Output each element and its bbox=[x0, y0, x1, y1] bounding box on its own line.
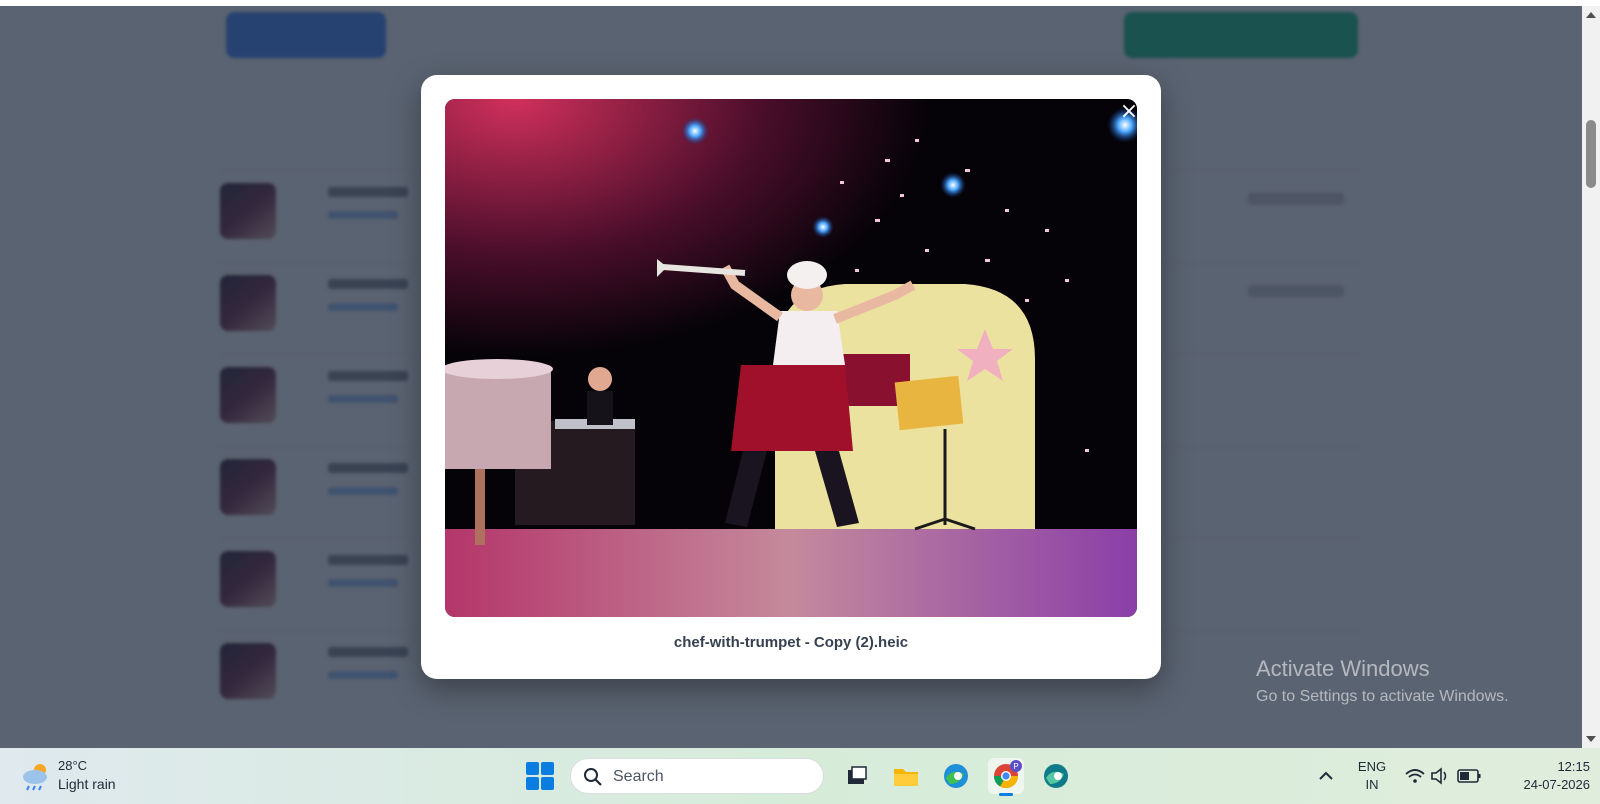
file-explorer-icon[interactable] bbox=[888, 758, 924, 794]
profile-badge: P bbox=[1013, 762, 1018, 771]
clock-time: 12:15 bbox=[1557, 759, 1590, 774]
show-hidden-icons-chevron-icon[interactable] bbox=[1316, 766, 1336, 786]
search-placeholder: Search bbox=[613, 768, 664, 785]
watermark-subtitle: Go to Settings to activate Windows. bbox=[1256, 688, 1509, 705]
scrollbar-thumb[interactable] bbox=[1586, 120, 1596, 188]
wifi-icon bbox=[1405, 769, 1425, 783]
chrome-icon[interactable]: P bbox=[988, 758, 1024, 796]
taskbar: 28°C Light rain Search P ENG IN 12:15 24… bbox=[0, 748, 1600, 804]
battery-icon bbox=[1457, 769, 1481, 783]
scroll-down-arrow-icon[interactable] bbox=[1586, 736, 1596, 742]
image-caption: chef-with-trumpet - Copy (2).heic bbox=[673, 634, 909, 651]
image-preview-modal: × chef-with-trumpet - Copy (2).heic bbox=[421, 75, 1161, 679]
system-tray[interactable] bbox=[1404, 764, 1486, 788]
language-code: ENG bbox=[1357, 759, 1387, 774]
clock[interactable]: 12:15 24-07-2026 bbox=[1500, 758, 1591, 794]
active-app-indicator bbox=[999, 793, 1013, 796]
volume-icon bbox=[1431, 767, 1447, 785]
clock-date: 24-07-2026 bbox=[1523, 777, 1591, 792]
taskbar-search[interactable]: Search bbox=[570, 758, 824, 794]
preview-image bbox=[445, 99, 1137, 617]
search-icon bbox=[584, 768, 602, 786]
cloud-rain-icon bbox=[23, 764, 47, 791]
weather-temperature: 28°C bbox=[58, 758, 88, 773]
region-code: IN bbox=[1365, 777, 1379, 792]
language-indicator[interactable]: ENG IN bbox=[1354, 758, 1390, 794]
page-scrollbar[interactable] bbox=[1582, 6, 1600, 748]
weather-condition: Light rain bbox=[58, 776, 116, 792]
watermark-title: Activate Windows bbox=[1256, 656, 1430, 681]
activate-windows-watermark: Activate Windows Go to Settings to activ… bbox=[1256, 656, 1509, 706]
windows-logo-icon bbox=[526, 762, 539, 775]
task-view-icon[interactable] bbox=[838, 758, 874, 794]
edge-icon[interactable] bbox=[938, 758, 974, 794]
edge-beta-icon[interactable] bbox=[1038, 758, 1074, 794]
start-button[interactable] bbox=[526, 762, 554, 790]
close-modal-button[interactable]: × bbox=[1118, 101, 1140, 123]
scroll-up-arrow-icon[interactable] bbox=[1586, 12, 1596, 18]
